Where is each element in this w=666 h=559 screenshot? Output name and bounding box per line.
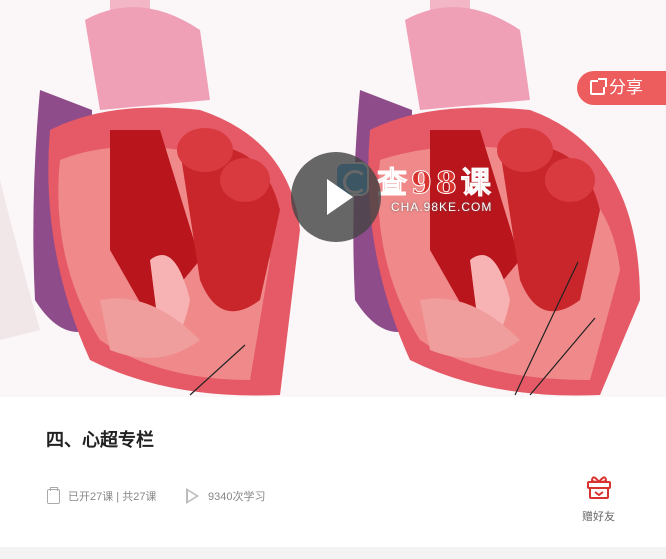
share-icon: [590, 78, 607, 95]
share-button[interactable]: 分享: [577, 71, 666, 105]
gift-icon: [587, 476, 611, 499]
course-title: 四、心超专栏: [46, 430, 154, 450]
gift-label: 赠好友: [582, 511, 615, 523]
lesson-count-text: 已开27课 | 共27课: [68, 491, 157, 503]
calendar-icon: [47, 486, 60, 504]
watermark-url: CHA.98KE.COM: [391, 200, 493, 214]
play-count: 9340次学习: [186, 487, 265, 505]
course-cover-image[interactable]: 查98课 CHA.98KE.COM 分享: [0, 0, 666, 397]
heart-left: [0, 0, 301, 396]
play-button[interactable]: [291, 152, 381, 242]
play-count-text: 9340次学习: [208, 491, 266, 503]
watermark-text: 查98课: [377, 166, 495, 202]
play-count-icon: [186, 488, 199, 504]
lesson-count: 已开27课 | 共27课: [47, 486, 157, 505]
gift-friend-button[interactable]: 赠好友: [578, 473, 622, 523]
section-divider: [0, 547, 666, 559]
share-label: 分享: [609, 78, 643, 97]
